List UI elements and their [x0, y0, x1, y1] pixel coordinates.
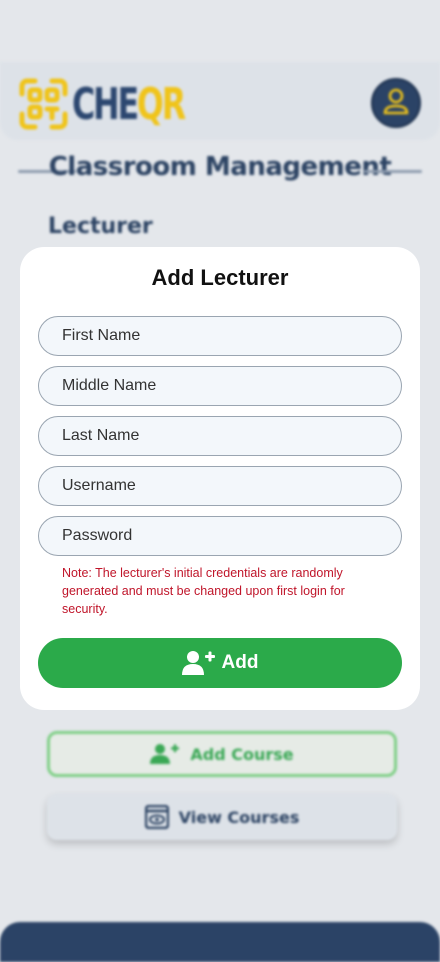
credentials-note: Note: The lecturer's initial credentials…: [62, 566, 345, 616]
profile-button[interactable]: [371, 78, 421, 128]
title-divider-right: [364, 170, 422, 173]
bottom-navigation-bar: [0, 922, 440, 962]
add-course-button[interactable]: Add Course: [47, 731, 397, 777]
add-course-label: Add Course: [190, 744, 294, 764]
view-courses-button[interactable]: View Courses: [47, 794, 397, 840]
view-courses-label: View Courses: [178, 807, 300, 827]
add-lecturer-button[interactable]: Add: [38, 638, 402, 688]
last-name-input[interactable]: [38, 416, 402, 456]
add-button-label: Add: [221, 652, 259, 673]
modal-title: Add Lecturer: [151, 265, 289, 290]
middle-name-input[interactable]: [38, 366, 402, 406]
eye-window-icon: [144, 805, 169, 829]
username-input[interactable]: [38, 466, 402, 506]
first-name-input[interactable]: [38, 316, 402, 356]
logo-wordmark: CHEQR: [72, 79, 186, 130]
page-title: Classroom Management: [48, 152, 392, 182]
user-icon: [383, 88, 409, 115]
user-plus-icon: [150, 744, 180, 764]
user-plus-icon: [181, 651, 215, 675]
section-heading-lecturer: Lecturer: [48, 214, 153, 239]
password-input[interactable]: [38, 516, 402, 556]
